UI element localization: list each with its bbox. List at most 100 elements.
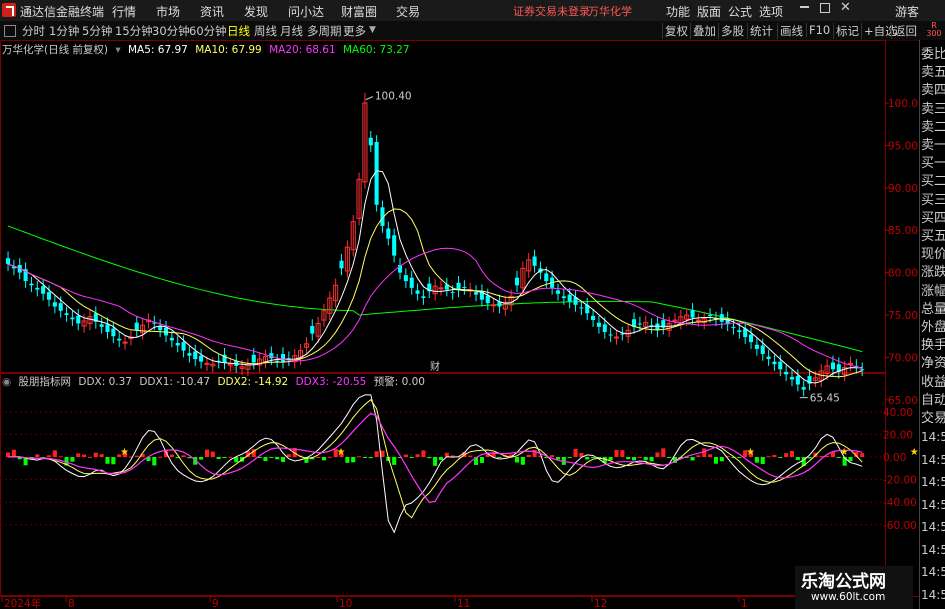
side-label-20[interactable]: 交易 bbox=[921, 407, 945, 426]
ddx-bar bbox=[620, 450, 625, 457]
tick-time-6: 14:56 bbox=[921, 565, 945, 579]
tool-mark[interactable]: 标记 bbox=[833, 23, 861, 39]
menu-options[interactable]: 选项 bbox=[759, 3, 783, 20]
guest-user[interactable]: 游客 bbox=[895, 3, 919, 20]
candle-down bbox=[708, 315, 713, 316]
ddx-bar bbox=[362, 457, 367, 458]
candle-down bbox=[620, 333, 625, 335]
menu-market[interactable]: 市场 bbox=[156, 3, 180, 20]
period-5min[interactable]: 5分钟 bbox=[82, 23, 112, 39]
ddx-bar bbox=[409, 457, 414, 458]
candle-down bbox=[766, 356, 771, 360]
ddx-bar bbox=[807, 457, 812, 459]
period-60min[interactable]: 60分钟 bbox=[189, 23, 227, 39]
ma5-value: MA5: 67.97 bbox=[128, 44, 188, 56]
candle-down bbox=[415, 290, 420, 294]
candle-down bbox=[690, 309, 695, 318]
ddx-bar bbox=[58, 456, 63, 458]
menu-news[interactable]: 资讯 bbox=[200, 3, 224, 20]
kline-chart-area[interactable]: ★ ★ ★ ★ ★ 100.4065.45s 财100.095.0090.0085.008… bbox=[0, 40, 919, 609]
indicator-settings-icon[interactable]: ◉ bbox=[2, 376, 11, 388]
side-label-15: 外盘 bbox=[921, 320, 945, 335]
side-label-8: 买三 bbox=[921, 192, 945, 208]
ddx-bar bbox=[52, 450, 57, 457]
dropdown-icon[interactable]: ▾ bbox=[115, 44, 120, 56]
tool-stats[interactable]: 统计 bbox=[747, 23, 775, 39]
candle-down bbox=[532, 256, 537, 266]
maximize-icon[interactable] bbox=[820, 3, 830, 13]
candle-down bbox=[591, 315, 596, 321]
candle-down bbox=[251, 354, 256, 363]
period-multi[interactable]: 多周期 bbox=[307, 23, 342, 39]
tool-back[interactable]: 返回 bbox=[891, 23, 919, 39]
tool-draw[interactable]: 画线 bbox=[777, 23, 805, 39]
ddx-bar bbox=[11, 449, 16, 457]
menu-wealth[interactable]: 财富圈 bbox=[341, 3, 377, 20]
minimize-icon[interactable] bbox=[800, 6, 809, 8]
main-chart-frame bbox=[0, 40, 886, 373]
tool-f10[interactable]: F10 bbox=[806, 23, 832, 37]
ddx-bar bbox=[795, 457, 800, 461]
period-monthly[interactable]: 月线 bbox=[280, 23, 303, 39]
period-1min[interactable]: 1分钟 bbox=[49, 23, 79, 39]
tool-adjust[interactable]: 复权 bbox=[662, 23, 690, 39]
month-label: 10 bbox=[339, 598, 352, 609]
ddx-bar bbox=[526, 454, 531, 457]
tool-overlay[interactable]: 叠加 bbox=[690, 23, 718, 39]
candle-down bbox=[175, 342, 180, 346]
ddx-bar bbox=[626, 457, 631, 460]
candle-down bbox=[602, 324, 607, 332]
menu-quotes[interactable]: 行情 bbox=[112, 3, 136, 20]
menu-layout[interactable]: 版面 bbox=[697, 3, 721, 20]
period-30min[interactable]: 30分钟 bbox=[152, 23, 190, 39]
period-15min[interactable]: 15分钟 bbox=[115, 23, 153, 39]
side-label-11: 现价 bbox=[921, 247, 945, 263]
indicator-title: 股朋指标网 bbox=[18, 376, 72, 388]
menu-function[interactable]: 功能 bbox=[666, 3, 690, 20]
close-icon[interactable]: ✕ bbox=[840, 0, 851, 15]
ddx-bar bbox=[690, 457, 695, 461]
period-weekly[interactable]: 周线 bbox=[254, 23, 277, 39]
ddx-bar bbox=[702, 448, 707, 457]
menu-discover[interactable]: 发现 bbox=[244, 3, 268, 20]
menu-formula[interactable]: 公式 bbox=[728, 3, 752, 20]
login-warning[interactable]: 证券交易未登录 bbox=[513, 3, 590, 19]
ddx-bar bbox=[667, 457, 672, 458]
ddx-bar bbox=[152, 457, 157, 466]
osc-label: -20.00 bbox=[883, 475, 917, 487]
candle-down bbox=[46, 292, 52, 300]
alert-value: 预警: 0.00 bbox=[373, 376, 425, 388]
ddx-bar bbox=[269, 457, 274, 458]
watermark: 乐淘公式网 www.60lt.com bbox=[795, 566, 913, 609]
candle-down bbox=[339, 260, 344, 269]
period-more[interactable]: 更多 bbox=[343, 23, 366, 39]
side-label-3: 卖三 bbox=[921, 101, 945, 117]
ddx-bar bbox=[614, 449, 619, 457]
osc-label: -60.00 bbox=[883, 520, 917, 532]
candle-down bbox=[608, 334, 613, 336]
menu-ask[interactable]: 问小达 bbox=[288, 3, 324, 20]
panel-toggle-icon[interactable] bbox=[4, 25, 16, 37]
stock-name-title: 万华化学 bbox=[588, 5, 632, 18]
period-tick[interactable]: 分时 bbox=[22, 23, 45, 39]
tick-time-1: 14:56 bbox=[921, 452, 945, 467]
side-label-19[interactable]: 自动 bbox=[921, 389, 945, 408]
more-dropdown-icon[interactable]: ▼ bbox=[369, 25, 376, 35]
ddx-bar bbox=[134, 455, 139, 457]
menu-trade[interactable]: 交易 bbox=[396, 3, 420, 20]
price-label: 100.0 bbox=[888, 98, 918, 110]
candle-down bbox=[105, 324, 110, 332]
ddx-bar bbox=[860, 453, 865, 457]
candle-down bbox=[555, 290, 561, 294]
ddx-bar bbox=[479, 457, 484, 463]
tool-multistock[interactable]: 多股 bbox=[718, 23, 746, 39]
candle-down bbox=[462, 287, 467, 289]
period-daily[interactable]: 日线 bbox=[227, 23, 250, 39]
ddx-bar bbox=[655, 452, 660, 457]
candle-down bbox=[637, 323, 642, 325]
candle-down bbox=[29, 283, 34, 286]
side-label-7: 买二 bbox=[921, 174, 945, 190]
candle-down bbox=[58, 303, 63, 311]
ddx-bar bbox=[737, 457, 742, 458]
candle-down bbox=[772, 361, 777, 365]
